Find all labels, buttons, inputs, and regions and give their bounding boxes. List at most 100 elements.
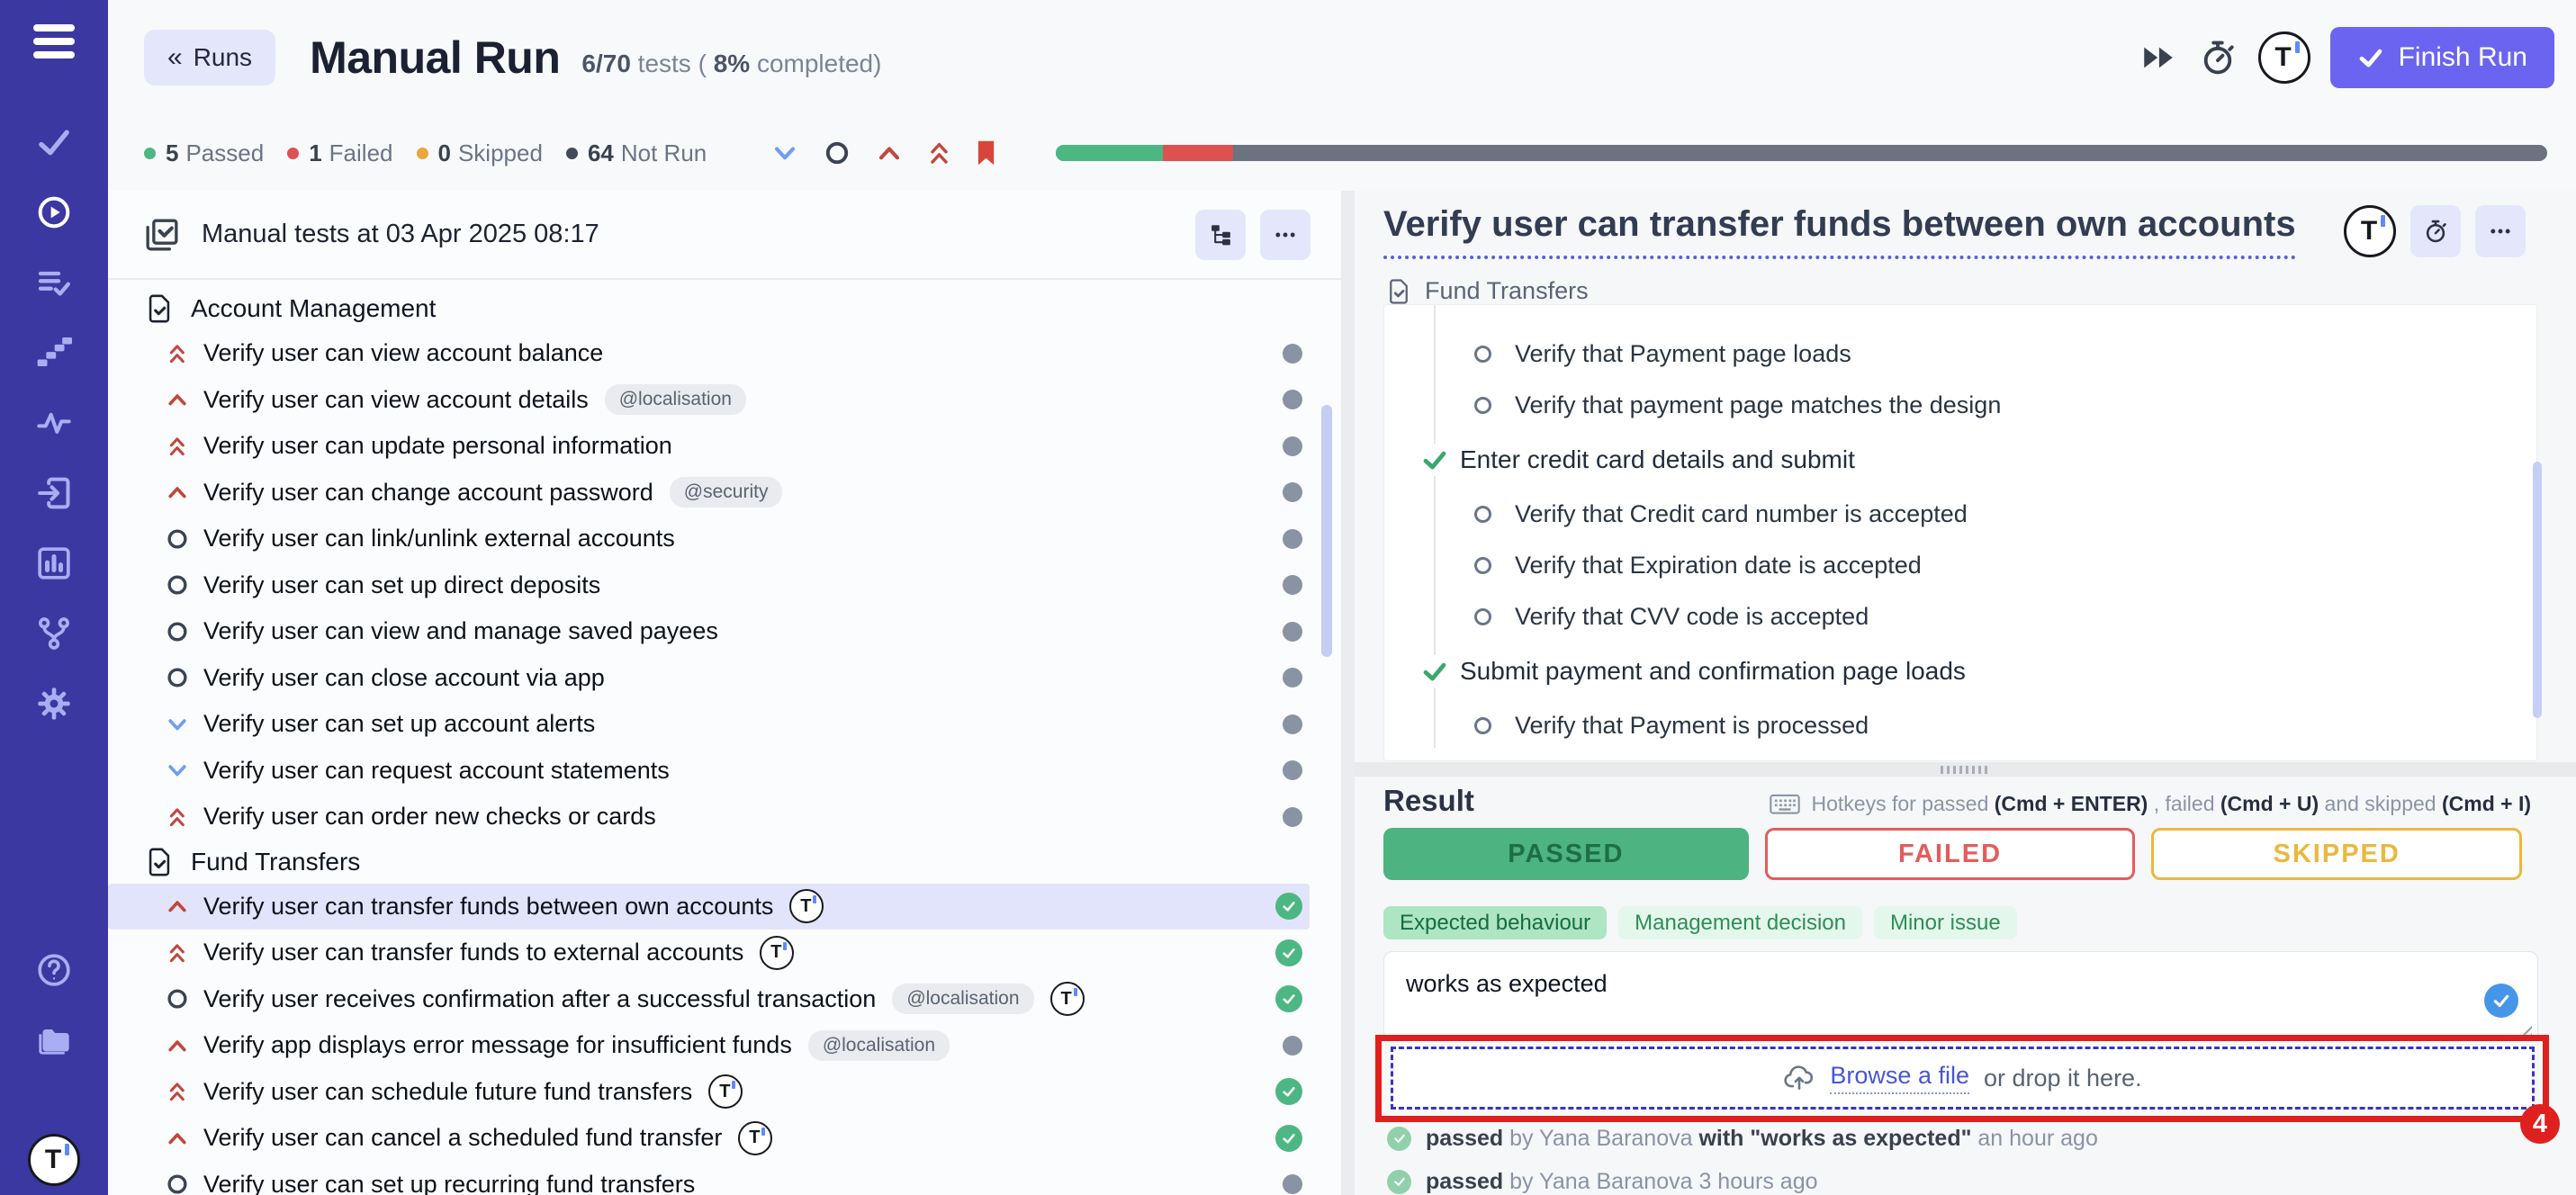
sidebar-logo[interactable] — [28, 1134, 80, 1186]
test-row[interactable]: Verify user can request account statemen… — [108, 748, 1310, 795]
test-row[interactable]: Verify user can close account via app — [108, 655, 1310, 702]
test-row[interactable]: Verify user can schedule future fund tra… — [108, 1069, 1310, 1116]
substep-row[interactable]: Verify that Expiration date is accepted — [1384, 540, 2536, 591]
test-row[interactable]: Verify user can cancel a scheduled fund … — [108, 1115, 1310, 1162]
group-by-tree-button[interactable] — [1195, 210, 1246, 260]
sidebar-item-analytics[interactable] — [33, 544, 75, 583]
step-row[interactable]: Enter credit card details and submit — [1384, 431, 2536, 489]
stopwatch-icon[interactable] — [2199, 39, 2237, 76]
filter-priority-highest-icon[interactable] — [928, 139, 950, 166]
substep-text: Verify that Credit card number is accept… — [1515, 500, 1968, 528]
test-row[interactable]: Verify user can view account details @lo… — [108, 377, 1310, 424]
sidebar-item-settings[interactable] — [33, 684, 75, 723]
status-passed-icon — [1275, 939, 1302, 966]
detail-actions — [2344, 203, 2526, 257]
test-tag: @localisation — [892, 984, 1033, 1014]
priority-highest-icon — [164, 805, 191, 829]
comment-input[interactable]: works as expected — [1384, 952, 2537, 1040]
test-row[interactable]: Verify user can set up recurring fund tr… — [108, 1162, 1310, 1195]
tree-icon — [1208, 222, 1233, 247]
test-row-title: Verify user can view account details — [203, 386, 589, 414]
status-not-run-icon — [1283, 714, 1302, 734]
testomat-logo-icon — [2258, 31, 2310, 84]
priority-highest-icon — [164, 1080, 191, 1103]
steps-container: Verify that Payment page loads Verify th… — [1383, 304, 2537, 761]
suite-row[interactable]: Fund Transfers — [108, 840, 1341, 884]
substep-row[interactable]: Verify that CVV code is accepted — [1384, 591, 2536, 642]
sidebar-item-branches[interactable] — [33, 614, 75, 653]
test-row[interactable]: Verify user can set up direct deposits — [108, 562, 1310, 609]
test-row[interactable]: Verify user can order new checks or card… — [108, 794, 1310, 840]
sidebar-item-help[interactable] — [33, 950, 75, 990]
browse-file-link[interactable]: Browse a file — [1830, 1062, 1969, 1094]
test-row[interactable]: Verify app displays error message for in… — [108, 1022, 1310, 1069]
sidebar-item-import[interactable] — [33, 473, 75, 513]
hotkeys-text: Hotkeys for passed (Cmd + ENTER) , faile… — [1811, 792, 2531, 816]
testomat-logo-icon — [708, 1074, 743, 1109]
test-row[interactable]: Verify user can transfer funds to extern… — [108, 930, 1310, 976]
test-row[interactable]: Verify user can view account balance — [108, 330, 1310, 377]
priority-high-icon — [164, 1127, 191, 1150]
submit-comment-button[interactable] — [2484, 984, 2518, 1018]
test-row[interactable]: Verify user can view and manage saved pa… — [108, 608, 1310, 655]
suite-row[interactable]: Account Management — [108, 287, 1341, 330]
test-row-title: Verify user can set up direct deposits — [203, 571, 600, 599]
substep-row[interactable]: Verify that Payment page loads — [1384, 328, 2536, 380]
test-row[interactable]: Verify user can update personal informat… — [108, 423, 1310, 470]
substep-row[interactable]: Verify that Payment is processed — [1384, 700, 2536, 751]
filter-icons — [771, 139, 996, 166]
test-row[interactable]: Verify user can set up account alerts — [108, 701, 1310, 748]
list-more-options-button[interactable] — [1260, 210, 1311, 260]
result-tag[interactable]: Expected behaviour — [1383, 906, 1607, 939]
passed-button[interactable]: PASSED — [1383, 828, 1749, 880]
list-header: Manual tests at 03 Apr 2025 08:17 — [108, 191, 1341, 280]
substep-text: Verify that payment page matches the des… — [1515, 391, 2001, 419]
status-not-run-icon — [1283, 482, 1302, 502]
check-icon — [2492, 992, 2510, 1010]
count-passed: 5Passed — [144, 139, 264, 167]
detail-stopwatch-button[interactable] — [2410, 205, 2461, 257]
detail-more-options-button[interactable] — [2475, 205, 2526, 257]
list-scrollbar[interactable] — [1321, 405, 1332, 657]
substep-row[interactable]: Verify that payment page matches the des… — [1384, 380, 2536, 431]
test-title[interactable]: Verify user can transfer funds between o… — [1383, 203, 2296, 259]
resize-divider[interactable] — [1355, 762, 2576, 777]
finish-run-button[interactable]: Finish Run — [2330, 27, 2554, 88]
double-chevron-left-icon — [167, 42, 183, 73]
file-dropzone[interactable]: Browse a file or drop it here. — [1391, 1047, 2535, 1110]
failed-button[interactable]: FAILED — [1765, 828, 2136, 880]
step-row[interactable]: Submit payment and confirmation page loa… — [1384, 642, 2536, 700]
status-not-run-icon — [1283, 807, 1302, 827]
filter-priority-normal-icon[interactable] — [824, 139, 851, 166]
test-row-title: Verify user can order new checks or card… — [203, 803, 656, 831]
detail-logo-slot[interactable] — [2344, 205, 2396, 257]
menu-icon[interactable] — [33, 18, 75, 65]
drag-handle-icon — [1941, 766, 1991, 774]
sidebar-item-test-plans[interactable] — [33, 263, 75, 302]
sidebar-item-runs[interactable] — [33, 193, 75, 232]
filter-bookmarked-icon[interactable] — [976, 139, 996, 166]
filter-priority-high-icon[interactable] — [876, 139, 903, 166]
result-tag[interactable]: Management decision — [1618, 906, 1862, 939]
test-row[interactable]: Verify user can change account password … — [108, 470, 1310, 517]
substep-text: Verify that CVV code is accepted — [1515, 603, 1869, 631]
run-progress-bar — [1056, 145, 2547, 161]
test-row[interactable]: Verify user receives confirmation after … — [108, 976, 1310, 1023]
sign-in-icon — [36, 475, 72, 511]
filter-priority-low-icon[interactable] — [771, 139, 798, 166]
sidebar-item-tests[interactable] — [33, 122, 75, 162]
header-logo-slot[interactable] — [2258, 31, 2330, 84]
result-tag[interactable]: Minor issue — [1874, 906, 2017, 939]
sidebar-item-pulse[interactable] — [33, 403, 75, 443]
sidebar-item-projects[interactable] — [33, 1020, 75, 1060]
suite-link[interactable]: Fund Transfers — [1385, 277, 1589, 305]
skipped-button[interactable]: SKIPPED — [2151, 828, 2522, 880]
test-row[interactable]: Verify user can transfer funds between o… — [108, 884, 1310, 930]
back-to-runs-button[interactable]: Runs — [144, 30, 275, 85]
substep-row[interactable]: Verify that Credit card number is accept… — [1384, 489, 2536, 540]
panel-divider[interactable] — [1341, 191, 1355, 1195]
step-passed-check-icon — [1419, 655, 1451, 687]
sidebar-item-steps[interactable] — [33, 333, 75, 373]
test-row[interactable]: Verify user can link/unlink external acc… — [108, 516, 1310, 562]
fast-forward-icon[interactable] — [2139, 39, 2177, 76]
